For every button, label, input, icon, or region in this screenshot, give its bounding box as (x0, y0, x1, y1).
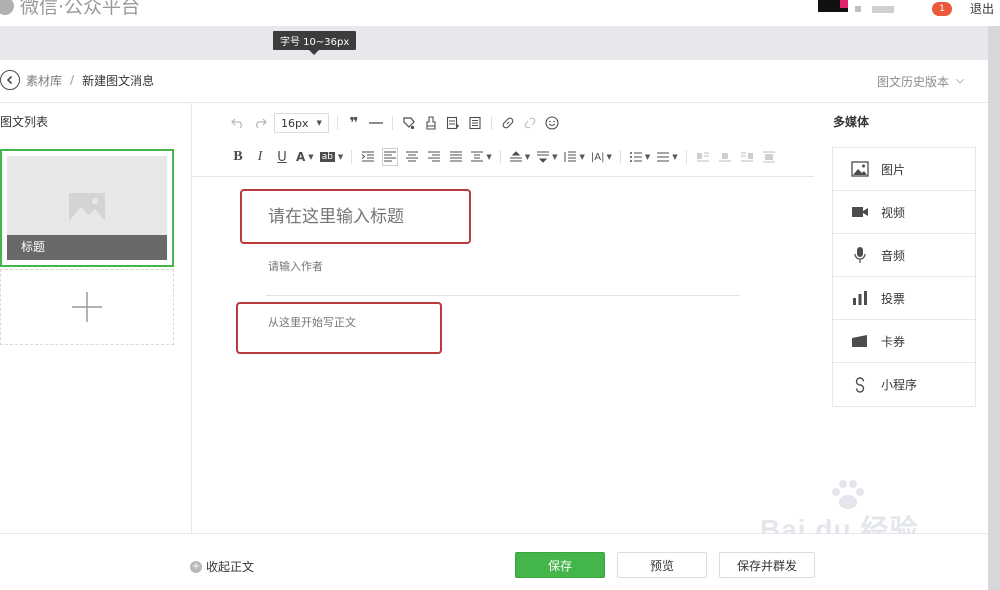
page-title: 新建图文消息 (82, 73, 155, 88)
image-placeholder-icon (69, 193, 105, 221)
history-version-dropdown[interactable]: 图文历史版本 (877, 73, 965, 90)
collapse-body-label: 收起正文 (206, 560, 255, 574)
media-item-label: 视频 (881, 205, 906, 220)
media-item-label: 卡券 (881, 334, 906, 349)
author-input[interactable] (268, 260, 568, 273)
microphone-icon (854, 247, 866, 263)
account-name-blur (872, 6, 894, 13)
body-input[interactable] (268, 316, 428, 329)
breadcrumb: 素材库 / 新建图文消息 (0, 69, 154, 91)
save-and-send-button[interactable]: 保存并群发 (719, 552, 815, 578)
media-item-audio[interactable]: 音频 (833, 234, 975, 277)
breadcrumb-separator: / (70, 73, 75, 87)
footer-bar: + 收起正文 保存 预览 保存并群发 (0, 533, 988, 590)
history-version-label: 图文历史版本 (877, 75, 950, 89)
article-card[interactable]: 标题 (0, 149, 174, 267)
plus-icon (72, 292, 102, 322)
top-bar: 微信·公众平台 1 退出 (0, 0, 1000, 26)
app-title: 微信·公众平台 (20, 0, 141, 18)
media-item-mini-program[interactable]: 小程序 (833, 363, 975, 406)
preview-button[interactable]: 预览 (617, 552, 707, 578)
article-card-title: 标题 (7, 235, 167, 260)
media-item-label: 投票 (881, 291, 906, 306)
media-item-label: 图片 (881, 162, 906, 177)
back-arrow-icon[interactable] (0, 70, 20, 90)
article-list-panel: 图文列表 标题 (0, 103, 192, 533)
breadcrumb-link-library[interactable]: 素材库 (26, 72, 62, 89)
title-input[interactable] (268, 207, 468, 227)
editor-area (192, 43, 814, 473)
media-item-video[interactable]: 视频 (833, 191, 975, 234)
video-icon (852, 207, 868, 217)
page-scrollbar[interactable] (988, 26, 1000, 590)
logout-link[interactable]: 退出 (970, 0, 994, 17)
collapse-body-button[interactable]: + 收起正文 (190, 558, 254, 575)
media-panel-title: 多媒体 (833, 115, 870, 129)
media-item-label: 小程序 (881, 378, 918, 392)
account-name-blur (855, 6, 861, 12)
font-size-tooltip: 字号 10~36px (273, 31, 357, 55)
media-list: 图片 视频 音频 投票 卡券 小程序 (832, 147, 976, 407)
coupon-icon (852, 335, 867, 347)
avatar[interactable] (818, 0, 848, 12)
notification-badge[interactable]: 1 (932, 2, 952, 16)
bar-chart-icon (853, 291, 867, 305)
media-item-label: 音频 (881, 248, 906, 263)
brand[interactable]: 微信·公众平台 (0, 0, 140, 19)
image-icon (851, 161, 869, 177)
author-divider (266, 295, 740, 296)
chevron-down-icon (955, 78, 965, 84)
mini-program-icon (855, 376, 865, 393)
media-item-image[interactable]: 图片 (833, 148, 975, 191)
media-item-vote[interactable]: 投票 (833, 277, 975, 320)
add-article-button[interactable] (0, 269, 174, 345)
wechat-logo-icon (0, 0, 14, 15)
save-button[interactable]: 保存 (515, 552, 605, 578)
article-list-title: 图文列表 (0, 115, 49, 129)
plus-circle-icon: + (190, 560, 202, 573)
media-item-coupon[interactable]: 卡券 (833, 320, 975, 363)
